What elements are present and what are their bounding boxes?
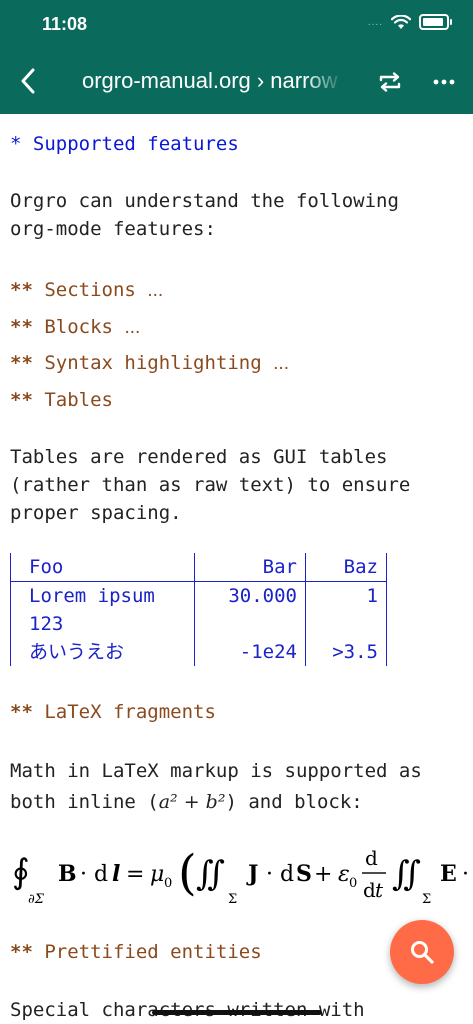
intro-paragraph: Orgro can understand the following org-m… [10,187,399,243]
heading-title: Sections [44,279,136,301]
latex-paragraph: Math in LaTeX markup is supported as bot… [10,756,422,818]
svg-text:=: = [126,862,144,887]
search-icon [411,941,434,964]
svg-text:E: E [440,861,457,887]
svg-text:d: d [365,846,378,870]
more-button[interactable] [430,68,458,96]
latex-block-formula: ∮ ∂Σ B · d l = μ 0 ( ∬ Σ J · d S + ε 0 d… [8,835,473,915]
paragraph-line: both inline (a² + b²) and block: [10,787,422,818]
svg-text:· d: · d [266,862,294,887]
heading-stars: ** [10,389,33,411]
svg-text:Σ: Σ [422,892,431,907]
nav-bar: orgro-manual.org › narrow [0,56,473,110]
paragraph-line: proper spacing. [10,502,182,524]
heading-title: Syntax highlighting [44,352,262,374]
back-button[interactable] [14,66,42,96]
collapsed-indicator: ... [273,353,289,374]
paragraph-line: Orgro can understand the following [10,190,399,212]
paragraph-line: Math in LaTeX markup is supported as [10,760,422,782]
heading-stars: ** [10,352,33,374]
svg-text:S: S [296,861,312,887]
inline-text: both inline ( [10,791,159,813]
inline-math: a² + b² [158,791,226,813]
svg-text:J: J [246,861,258,887]
heading-stars: ** [10,316,33,338]
heading-stars: ** [10,701,33,723]
battery-icon [419,14,452,30]
table-cell: 1 [305,581,387,610]
table-row: 123 [10,610,387,638]
heading-title: Tables [44,389,113,411]
table-cell: あいうえお [10,638,195,666]
ellipsis-icon [433,79,455,85]
heading-title: Blocks [44,316,113,338]
svg-text:μ: μ [150,862,164,887]
svg-text:∂Σ: ∂Σ [28,892,45,907]
svg-text:l: l [112,861,120,887]
formula-rendering: ∮ ∂Σ B · d l = μ 0 ( ∬ Σ J · d S + ε 0 d… [12,845,469,907]
paragraph-line: (rather than as raw text) to ensure [10,474,411,496]
section-blocks[interactable]: ** Blocks ... [10,313,140,342]
table-cell [305,610,387,638]
repeat-icon [379,72,401,92]
table-cell [194,610,306,638]
heading-title: Supported features [32,133,239,155]
inline-text: ) and block: [225,791,363,813]
section-tables[interactable]: ** Tables [10,386,113,414]
table-cell: >3.5 [305,638,387,666]
tables-paragraph: Tables are rendered as GUI tables (rathe… [10,443,410,527]
svg-text:B: B [58,861,77,887]
cellular-signal-icon: .... [367,16,383,28]
section-prettified-entities[interactable]: ** Prettified entities [10,938,262,966]
svg-text:∬: ∬ [392,854,421,894]
chevron-left-icon [21,68,35,94]
heading-title: LaTeX fragments [44,701,216,723]
collapsed-indicator: ... [147,280,164,301]
heading-stars: ** [10,941,33,963]
table-cell: -1e24 [194,638,306,666]
heading-stars: * [10,133,22,155]
heading-title: Prettified entities [44,941,262,963]
paragraph-line: Tables are rendered as GUI tables [10,446,388,468]
search-button[interactable] [390,920,454,984]
view-toggle-button[interactable] [376,68,404,96]
table-cell: 123 [10,610,195,638]
table-header-cell: Foo [10,553,195,582]
svg-text:t: t [375,878,384,902]
paragraph-line: org-mode features: [10,218,216,240]
status-time: 11:08 [42,14,88,34]
svg-text:+: + [314,862,332,887]
app-header: 11:08 .... orgro-manual.org › narrow [0,0,473,114]
table-header-cell: Bar [194,553,306,582]
table-cell: Lorem ipsum [10,581,195,610]
wifi-icon [391,14,411,29]
table-cell: 30.000 [194,581,306,610]
collapsed-indicator: ... [124,317,141,338]
document-title: orgro-manual.org › narrow [82,68,338,93]
table-row: あいうえお -1e24 >3.5 [10,638,387,666]
svg-text:Σ: Σ [228,892,237,907]
svg-text:∬: ∬ [196,854,225,894]
section-syntax-highlighting[interactable]: ** Syntax highlighting ... [10,349,289,378]
status-icons: .... [367,14,452,30]
svg-text:0: 0 [164,876,172,891]
heading-stars: ** [10,279,33,301]
heading-supported-features[interactable]: * Supported features [10,130,239,158]
svg-text:·: · [462,862,469,887]
table-row: Lorem ipsum 30.000 1 [10,581,387,610]
home-indicator [152,1010,322,1015]
section-sections[interactable]: ** Sections ... [10,276,163,305]
table-header-row: Foo Bar Baz [10,553,387,582]
table-header-cell: Baz [305,553,387,582]
svg-text:· d: · d [80,862,108,887]
section-latex-fragments[interactable]: ** LaTeX fragments [10,698,216,726]
svg-text:∮: ∮ [12,852,30,892]
org-table: Foo Bar Baz Lorem ipsum 30.000 1 123 あいう… [10,553,387,666]
svg-text:0: 0 [349,876,357,891]
svg-text:(: ( [178,845,197,901]
